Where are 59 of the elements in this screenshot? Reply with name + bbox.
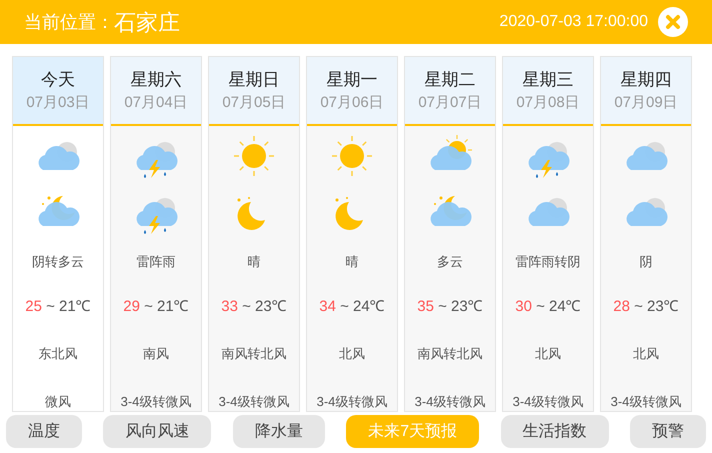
date-text: 07月03日 <box>26 93 90 113</box>
wind-level-text: 3-4级转微风 <box>218 392 290 410</box>
temperature-text: 25 ~ 21℃ <box>25 296 91 316</box>
day-card[interactable]: 星期六 07月04日 雷阵雨 29 ~ 21℃ 南风 3-4级转微风 <box>110 56 202 412</box>
wind-direction-text: 北风 <box>535 345 561 363</box>
weekday-text: 星期一 <box>326 68 378 90</box>
close-icon <box>665 14 681 30</box>
wind-direction-text: 东北风 <box>38 345 78 363</box>
tab[interactable]: 风向风速 <box>103 415 212 448</box>
day-card[interactable]: 星期二 07月07日 多云 35 ~ 23℃ 南风转北风 3-4级转微风 <box>404 56 496 412</box>
weather-text: 阴 <box>640 253 652 271</box>
temperature-text: 33 ~ 23℃ <box>221 296 287 316</box>
tab[interactable]: 预警 <box>630 415 706 448</box>
temperature-text: 30 ~ 24℃ <box>515 296 581 316</box>
date-text: 07月04日 <box>124 93 188 113</box>
wind-level-text: 3-4级转微风 <box>316 392 388 410</box>
weekday-text: 星期六 <box>130 68 182 90</box>
weather-text: 雷阵雨 <box>136 253 176 271</box>
temperature-text: 28 ~ 23℃ <box>613 296 679 316</box>
wind-direction-text: 北风 <box>339 345 365 363</box>
wind-level-text: 微风 <box>45 392 71 410</box>
weather-text: 雷阵雨转阴 <box>516 253 580 271</box>
weather-text: 多云 <box>437 253 463 271</box>
day-card[interactable]: 星期一 07月06日 晴 34 ~ 24℃ 北风 3-4级转微风 <box>306 56 398 412</box>
weather-text: 阴转多云 <box>32 253 84 271</box>
day-card[interactable]: 星期四 07月09日 阴 28 ~ 23℃ 北风 3-4级转微风 <box>600 56 692 412</box>
wind-level-text: 3-4级转微风 <box>120 392 192 410</box>
tab[interactable]: 温度 <box>6 415 82 448</box>
weekday-text: 星期三 <box>522 68 574 90</box>
datetime-text: 2020-07-03 17:00:00 <box>499 12 648 32</box>
wind-level-text: 3-4级转微风 <box>610 392 682 410</box>
wind-level-text: 3-4级转微风 <box>414 392 486 410</box>
wind-level-text: 3-4级转微风 <box>512 392 584 410</box>
wind-direction-text: 南风转北风 <box>222 345 286 363</box>
city-name: 石家庄 <box>114 8 180 36</box>
temperature-text: 35 ~ 23℃ <box>417 296 483 316</box>
date-text: 07月09日 <box>614 93 678 113</box>
date-text: 07月05日 <box>222 93 286 113</box>
weather-text: 晴 <box>248 253 260 271</box>
day-card[interactable]: 今天 07月03日 阴转多云 25 ~ 21℃ 东北风 微风 <box>12 56 104 412</box>
location-label: 当前位置： <box>24 10 114 34</box>
temperature-text: 34 ~ 24℃ <box>319 296 385 316</box>
tab[interactable]: 生活指数 <box>500 415 609 448</box>
wind-direction-text: 南风转北风 <box>418 345 482 363</box>
weekday-text: 星期四 <box>620 68 672 90</box>
weather-text: 晴 <box>346 253 358 271</box>
tab[interactable]: 降水量 <box>232 415 325 448</box>
day-card[interactable]: 星期日 07月05日 晴 33 ~ 23℃ 南风转北风 3-4级转微风 <box>208 56 300 412</box>
temperature-text: 29 ~ 21℃ <box>123 296 189 316</box>
date-text: 07月07日 <box>418 93 482 113</box>
date-text: 07月08日 <box>516 93 580 113</box>
weekday-text: 星期日 <box>228 68 280 90</box>
wind-direction-text: 南风 <box>143 345 169 363</box>
weekday-text: 星期二 <box>424 68 476 90</box>
wind-direction-text: 北风 <box>633 345 659 363</box>
weekday-text: 今天 <box>41 68 75 90</box>
close-button[interactable] <box>658 7 688 37</box>
day-card[interactable]: 星期三 07月08日 雷阵雨转阴 30 ~ 24℃ 北风 3-4级转微风 <box>502 56 594 412</box>
date-text: 07月06日 <box>320 93 384 113</box>
